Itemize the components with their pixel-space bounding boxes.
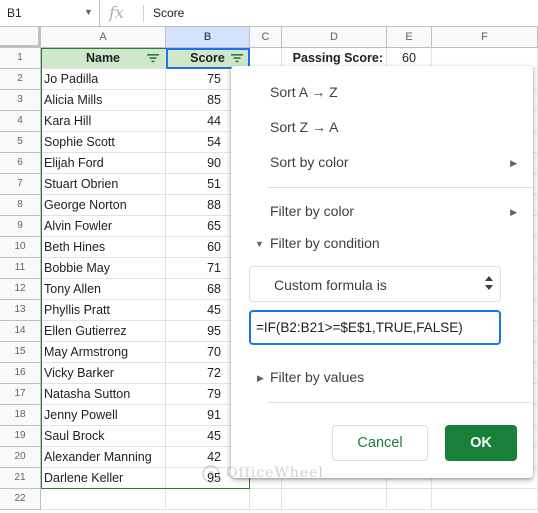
name-box-dropdown-icon[interactable]: ▼ <box>84 7 93 17</box>
cell-a4[interactable]: Kara Hill <box>41 111 166 132</box>
cell-a2[interactable]: Jo Padilla <box>41 69 166 90</box>
name-box-value: B1 <box>7 6 22 20</box>
row-header-14[interactable]: 14 <box>0 321 41 342</box>
row-header-15[interactable]: 15 <box>0 342 41 363</box>
submenu-arrow-icon: ▶ <box>510 158 517 168</box>
cell-a19[interactable]: Saul Brock <box>41 426 166 447</box>
formula-bar: B1 ▼ fx Score <box>0 0 538 27</box>
row-header-19[interactable]: 19 <box>0 426 41 447</box>
submenu-arrow-icon: ▶ <box>510 207 517 217</box>
cell-f22[interactable] <box>432 489 538 510</box>
expanded-triangle-icon[interactable]: ▼ <box>255 239 264 249</box>
watermark-text: OfficeWheel <box>226 465 324 481</box>
cell-a6[interactable]: Elijah Ford <box>41 153 166 174</box>
custom-formula-text: =IF(B2:B21>=$E$1,TRUE,FALSE) <box>256 320 463 335</box>
cell-a3[interactable]: Alicia Mills <box>41 90 166 111</box>
watermark-logo-icon <box>202 465 220 483</box>
select-arrows-icon <box>485 276 493 290</box>
row-header-20[interactable]: 20 <box>0 447 41 468</box>
ok-button[interactable]: OK <box>445 425 517 461</box>
row-header-9[interactable]: 9 <box>0 216 41 237</box>
cancel-button[interactable]: Cancel <box>332 425 428 461</box>
cell-c22[interactable] <box>250 489 282 510</box>
cell-a8[interactable]: George Norton <box>41 195 166 216</box>
row-header-10[interactable]: 10 <box>0 237 41 258</box>
column-header-a[interactable]: A <box>41 27 166 48</box>
row-header-13[interactable]: 13 <box>0 300 41 321</box>
cell-a1[interactable]: Name <box>41 48 166 69</box>
filter-by-color[interactable]: Filter by color <box>270 203 354 219</box>
row-header-6[interactable]: 6 <box>0 153 41 174</box>
collapsed-triangle-icon[interactable]: ▶ <box>257 373 264 384</box>
row-header-16[interactable]: 16 <box>0 363 41 384</box>
select-all-corner[interactable] <box>0 27 41 48</box>
filter-by-condition[interactable]: Filter by condition <box>270 235 380 251</box>
row-header-3[interactable]: 3 <box>0 90 41 111</box>
formula-input[interactable]: Score <box>153 6 184 20</box>
cell-a10[interactable]: Beth Hines <box>41 237 166 258</box>
row-header-5[interactable]: 5 <box>0 132 41 153</box>
filter-menu: Sort A → Z Sort Z → A Sort by color ▶ Fi… <box>231 66 533 478</box>
row-header-17[interactable]: 17 <box>0 384 41 405</box>
filter-icon[interactable] <box>231 53 243 63</box>
column-header-c[interactable]: C <box>250 27 282 48</box>
menu-divider <box>267 187 533 188</box>
row-header-8[interactable]: 8 <box>0 195 41 216</box>
column-header-d[interactable]: D <box>282 27 387 48</box>
row-header-12[interactable]: 12 <box>0 279 41 300</box>
sort-z-to-a[interactable]: Sort Z → A <box>270 119 338 135</box>
sort-by-color[interactable]: Sort by color <box>270 154 349 170</box>
cell-a18[interactable]: Jenny Powell <box>41 405 166 426</box>
condition-select[interactable]: Custom formula is <box>249 266 501 302</box>
condition-select-value: Custom formula is <box>274 277 387 293</box>
cell-a21[interactable]: Darlene Keller <box>41 468 166 489</box>
row-header-11[interactable]: 11 <box>0 258 41 279</box>
cell-a14[interactable]: Ellen Gutierrez <box>41 321 166 342</box>
column-header-b[interactable]: B <box>166 27 250 48</box>
sort-a-to-z[interactable]: Sort A → Z <box>270 84 338 100</box>
row-header-4[interactable]: 4 <box>0 111 41 132</box>
cell-a15[interactable]: May Armstrong <box>41 342 166 363</box>
row-header-1[interactable]: 1 <box>0 48 41 69</box>
cell-a5[interactable]: Sophie Scott <box>41 132 166 153</box>
formula-bar-divider <box>143 5 144 22</box>
row-header-21[interactable]: 21 <box>0 468 41 489</box>
fx-icon: fx <box>109 3 124 22</box>
cell-a22[interactable] <box>41 489 166 510</box>
filter-icon[interactable] <box>147 53 159 63</box>
menu-divider <box>267 402 533 403</box>
row-header-22[interactable]: 22 <box>0 489 41 510</box>
cell-a20[interactable]: Alexander Manning <box>41 447 166 468</box>
row-header-2[interactable]: 2 <box>0 69 41 90</box>
row-header-7[interactable]: 7 <box>0 174 41 195</box>
filter-by-values[interactable]: Filter by values <box>270 369 364 385</box>
cell-a11[interactable]: Bobbie May <box>41 258 166 279</box>
row-header-18[interactable]: 18 <box>0 405 41 426</box>
cell-a7[interactable]: Stuart Obrien <box>41 174 166 195</box>
column-header-f[interactable]: F <box>432 27 538 48</box>
cell-a12[interactable]: Tony Allen <box>41 279 166 300</box>
name-box[interactable]: B1 ▼ <box>0 0 100 26</box>
cell-a16[interactable]: Vicky Barker <box>41 363 166 384</box>
cell-e22[interactable] <box>387 489 432 510</box>
cell-a13[interactable]: Phyllis Pratt <box>41 300 166 321</box>
cell-a17[interactable]: Natasha Sutton <box>41 384 166 405</box>
cell-b22[interactable] <box>166 489 250 510</box>
column-header-e[interactable]: E <box>387 27 432 48</box>
cell-d22[interactable] <box>282 489 387 510</box>
custom-formula-input[interactable]: =IF(B2:B21>=$E$1,TRUE,FALSE) <box>249 310 501 345</box>
cell-a9[interactable]: Alvin Fowler <box>41 216 166 237</box>
watermark: OfficeWheel <box>202 463 342 485</box>
